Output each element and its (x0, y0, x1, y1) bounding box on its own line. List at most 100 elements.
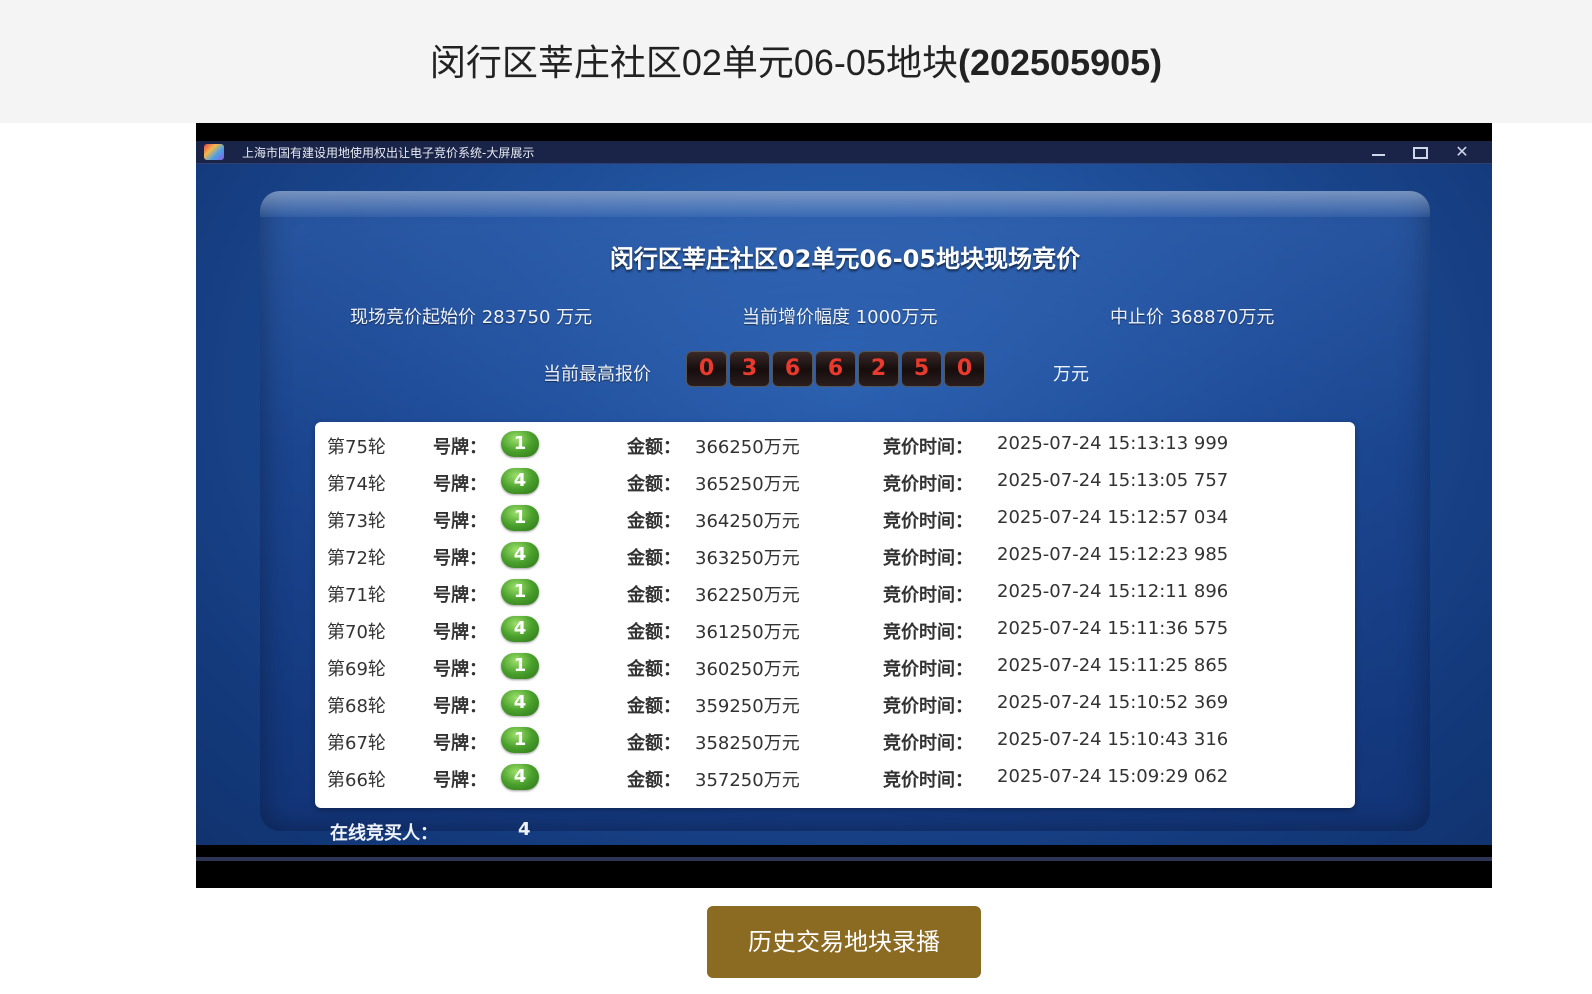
time-cell: 2025-07-24 15:13:13 999 (997, 433, 1229, 454)
plate-label: 号牌： (433, 696, 487, 717)
time-cell: 2025-07-24 15:12:57 034 (997, 507, 1229, 528)
time-cell: 2025-07-24 15:12:23 985 (997, 544, 1229, 565)
time-cell: 2025-07-24 15:12:11 896 (997, 581, 1229, 602)
amount-label: 金额： (627, 437, 681, 458)
minimize-icon[interactable] (1358, 141, 1398, 163)
amount-label: 金额： (627, 511, 681, 532)
time-label: 竞价时间： (883, 474, 973, 495)
plate-label: 号牌： (433, 733, 487, 754)
round-cell: 第71轮 (327, 585, 386, 606)
plate-badge: 4 (501, 764, 539, 790)
highest-bid-label: 当前最高报价 (543, 364, 651, 385)
plate-label: 号牌： (433, 437, 487, 458)
amount-label: 金额： (627, 474, 681, 495)
maximize-icon[interactable] (1400, 141, 1440, 163)
plate-badge: 1 (501, 431, 539, 457)
amount-label: 金额： (627, 659, 681, 680)
plate-badge: 4 (501, 542, 539, 568)
panel-gloss (260, 191, 1430, 217)
history-replay-button[interactable]: 历史交易地块录播 (707, 906, 981, 978)
digit: 5 (901, 351, 942, 387)
table-row: 第75轮 号牌： 1 金额： 366250万元 竞价时间： 2025-07-24… (315, 427, 1355, 464)
time-cell: 2025-07-24 15:10:43 316 (997, 729, 1229, 750)
amount-label: 金额： (627, 622, 681, 643)
time-label: 竞价时间： (883, 659, 973, 680)
round-cell: 第72轮 (327, 548, 386, 569)
start-price: 现场竞价起始价 283750 万元 (350, 307, 593, 328)
amount-cell: 359250万元 (695, 696, 800, 717)
plate-label: 号牌： (433, 548, 487, 569)
amount-cell: 357250万元 (695, 770, 800, 791)
plate-badge: 1 (501, 653, 539, 679)
amount-label: 金额： (627, 696, 681, 717)
time-cell: 2025-07-24 15:10:52 369 (997, 692, 1229, 713)
window-bottom-edge (196, 857, 1492, 861)
plate-label: 号牌： (433, 585, 487, 606)
plate-badge: 4 (501, 468, 539, 494)
table-row: 第74轮 号牌： 4 金额： 365250万元 竞价时间： 2025-07-24… (315, 464, 1355, 501)
digit: 3 (729, 351, 770, 387)
amount-cell: 360250万元 (695, 659, 800, 680)
time-label: 竞价时间： (883, 585, 973, 606)
auction-panel: 闵行区莘庄社区02单元06-05地块现场竞价 现场竞价起始价 283750 万元… (260, 191, 1430, 844)
amount-cell: 365250万元 (695, 474, 800, 495)
header-bar: 闵行区莘庄社区02单元06-05地块(202505905) (0, 0, 1592, 123)
amount-label: 金额： (627, 585, 681, 606)
highest-bid-unit: 万元 (1053, 364, 1089, 385)
auction-screen-window: 上海市国有建设用地使用权出让电子竞价系统-大屏展示 ✕ 闵行区莘庄社区02单元0… (196, 141, 1492, 861)
time-label: 竞价时间： (883, 733, 973, 754)
time-cell: 2025-07-24 15:09:29 062 (997, 766, 1229, 787)
amount-cell: 366250万元 (695, 437, 800, 458)
online-bidders-label: 在线竞买人： (330, 823, 438, 844)
round-cell: 第66轮 (327, 770, 386, 791)
amount-label: 金额： (627, 733, 681, 754)
round-cell: 第74轮 (327, 474, 386, 495)
plate-label: 号牌： (433, 622, 487, 643)
round-cell: 第73轮 (327, 511, 386, 532)
video-player[interactable]: 上海市国有建设用地使用权出让电子竞价系统-大屏展示 ✕ 闵行区莘庄社区02单元0… (196, 123, 1492, 888)
time-cell: 2025-07-24 15:11:36 575 (997, 618, 1229, 639)
table-row: 第66轮 号牌： 4 金额： 357250万元 竞价时间： 2025-07-24… (315, 760, 1355, 797)
plate-badge: 4 (501, 616, 539, 642)
page-title-main: 闵行区莘庄社区02单元06-05地块 (429, 42, 958, 83)
round-cell: 第68轮 (327, 696, 386, 717)
table-row: 第68轮 号牌： 4 金额： 359250万元 竞价时间： 2025-07-24… (315, 686, 1355, 723)
stop-price: 中止价 368870万元 (1110, 307, 1275, 328)
amount-cell: 358250万元 (695, 733, 800, 754)
digit: 2 (858, 351, 899, 387)
time-cell: 2025-07-24 15:11:25 865 (997, 655, 1229, 676)
round-cell: 第75轮 (327, 437, 386, 458)
plate-badge: 1 (501, 579, 539, 605)
plate-badge: 1 (501, 505, 539, 531)
window-title: 上海市国有建设用地使用权出让电子竞价系统-大屏展示 (242, 146, 535, 160)
table-row: 第72轮 号牌： 4 金额： 363250万元 竞价时间： 2025-07-24… (315, 538, 1355, 575)
auction-title: 闵行区莘庄社区02单元06-05地块现场竞价 (609, 245, 1081, 273)
window-titlebar: 上海市国有建设用地使用权出让电子竞价系统-大屏展示 ✕ (196, 141, 1492, 164)
app-icon (204, 144, 224, 160)
amount-cell: 361250万元 (695, 622, 800, 643)
time-label: 竞价时间： (883, 770, 973, 791)
digit: 6 (815, 351, 856, 387)
online-bidders-count: 4 (518, 819, 531, 840)
time-label: 竞价时间： (883, 696, 973, 717)
table-row: 第70轮 号牌： 4 金额： 361250万元 竞价时间： 2025-07-24… (315, 612, 1355, 649)
table-row: 第69轮 号牌： 1 金额： 360250万元 竞价时间： 2025-07-24… (315, 649, 1355, 686)
page-title: 闵行区莘庄社区02单元06-05地块(202505905) (0, 34, 1592, 86)
close-icon[interactable]: ✕ (1442, 141, 1482, 163)
time-label: 竞价时间： (883, 548, 973, 569)
digit: 6 (772, 351, 813, 387)
amount-label: 金额： (627, 770, 681, 791)
plate-badge: 1 (501, 727, 539, 753)
bid-history-table: 第75轮 号牌： 1 金额： 366250万元 竞价时间： 2025-07-24… (315, 422, 1355, 808)
table-row: 第67轮 号牌： 1 金额： 358250万元 竞价时间： 2025-07-24… (315, 723, 1355, 760)
plate-badge: 4 (501, 690, 539, 716)
plate-label: 号牌： (433, 659, 487, 680)
price-increment: 当前增价幅度 1000万元 (742, 307, 938, 328)
plate-label: 号牌： (433, 474, 487, 495)
round-cell: 第69轮 (327, 659, 386, 680)
amount-cell: 362250万元 (695, 585, 800, 606)
round-cell: 第70轮 (327, 622, 386, 643)
amount-label: 金额： (627, 548, 681, 569)
time-label: 竞价时间： (883, 437, 973, 458)
amount-cell: 364250万元 (695, 511, 800, 532)
